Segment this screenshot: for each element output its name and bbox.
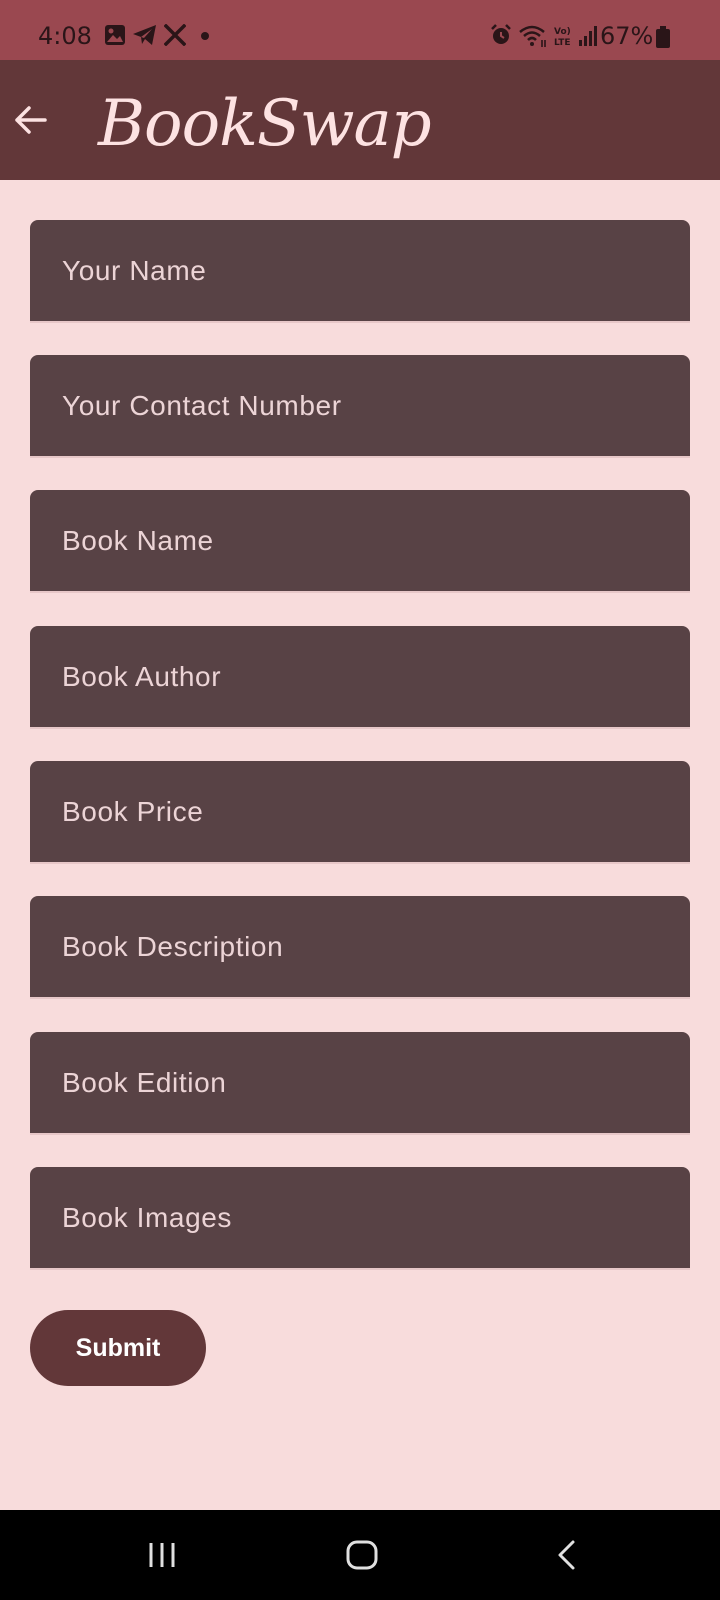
svg-text:Vo): Vo): [554, 27, 571, 37]
your-name-field[interactable]: [30, 220, 690, 323]
wifi-icon: [519, 25, 546, 47]
submit-button[interactable]: Submit: [30, 1310, 206, 1386]
signal-icon: [579, 26, 597, 46]
book-name-field[interactable]: [30, 490, 690, 593]
status-time: 4:08: [38, 22, 92, 50]
book-price-field[interactable]: [30, 761, 690, 864]
contact-number-input[interactable]: [30, 355, 690, 456]
back-button[interactable]: [6, 92, 54, 148]
book-images-field[interactable]: [30, 1167, 690, 1270]
battery-percent: 67%: [600, 22, 654, 50]
dot-icon: [201, 32, 209, 40]
home-icon: [346, 1540, 378, 1570]
svg-text:LTE: LTE: [554, 38, 571, 48]
x-icon: [164, 24, 186, 46]
book-images-input[interactable]: [30, 1167, 690, 1268]
home-button[interactable]: [312, 1510, 412, 1600]
app-title: BookSwap: [98, 87, 432, 161]
arrow-left-icon: [15, 106, 47, 134]
battery-icon: [656, 26, 670, 48]
recent-apps-button[interactable]: [112, 1510, 212, 1600]
back-icon: [558, 1540, 575, 1570]
book-author-input[interactable]: [30, 626, 690, 727]
recent-apps-icon: [149, 1543, 175, 1567]
system-back-button[interactable]: [516, 1510, 616, 1600]
contact-number-field[interactable]: [30, 355, 690, 458]
book-author-field[interactable]: [30, 626, 690, 729]
your-name-input[interactable]: [30, 220, 690, 321]
status-right-icons: Vo) LTE 67%: [490, 22, 670, 52]
book-name-input[interactable]: [30, 490, 690, 591]
status-bar: 4:08 Vo) LTE 67%: [0, 0, 720, 60]
alarm-icon: [491, 24, 511, 44]
system-nav-bar: [0, 1510, 720, 1600]
gallery-icon: [105, 25, 125, 45]
volte-icon: Vo) LTE: [554, 27, 571, 48]
book-edition-field[interactable]: [30, 1032, 690, 1135]
book-price-input[interactable]: [30, 761, 690, 862]
app-bar: BookSwap: [0, 60, 720, 180]
book-description-field[interactable]: [30, 896, 690, 999]
telegram-icon: [133, 25, 156, 45]
book-description-input[interactable]: [30, 896, 690, 997]
book-edition-input[interactable]: [30, 1032, 690, 1133]
